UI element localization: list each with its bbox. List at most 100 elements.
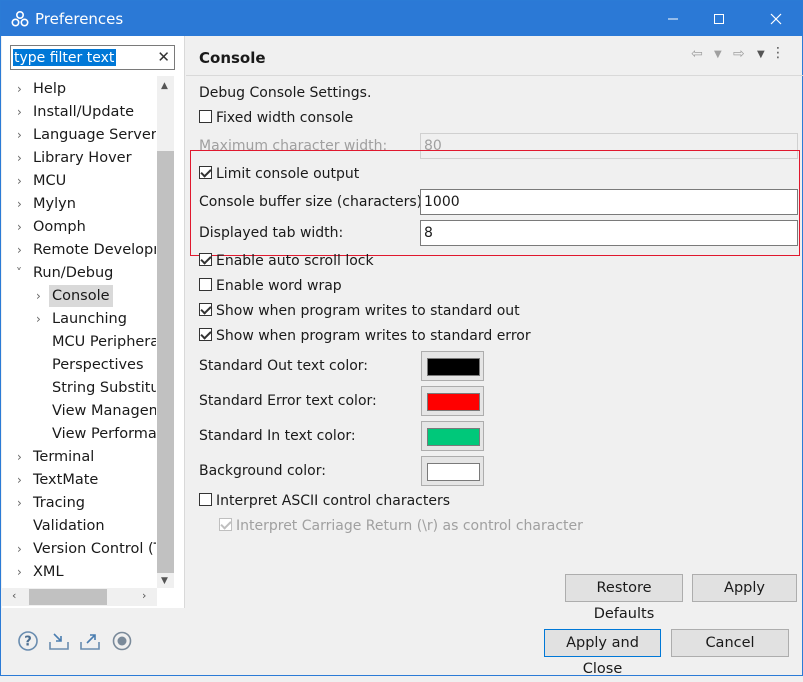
chevron-right-icon[interactable]: › [17,492,29,514]
tree-item-label: Validation [33,518,105,534]
apply-button[interactable]: Apply [692,574,797,602]
cancel-button[interactable]: Cancel [671,629,789,657]
tree-item-label: View Managem [52,403,156,419]
tab-width-label: Displayed tab width: [199,225,344,241]
maximize-button[interactable] [696,1,742,36]
tree-item-label: Remote Developm [33,242,156,258]
chevron-right-icon[interactable]: › [17,538,29,560]
tree-item-label: Terminal [33,449,95,465]
show-out-checkbox-row[interactable]: Show when program writes to standard out [199,303,520,319]
tree-vertical-scrollbar[interactable]: ▲ ▼ [157,76,174,588]
tree-item-label: Install/Update [33,104,135,120]
close-button[interactable] [753,1,799,36]
chevron-down-icon[interactable]: ˅ [16,262,28,284]
preference-tree-panel: ✕ ›Help ›Install/Update ›Language Server… [2,36,185,608]
chevron-right-icon[interactable]: › [17,124,29,146]
show-err-checkbox-row[interactable]: Show when program writes to standard err… [199,328,531,344]
limit-output-checkbox-row[interactable]: Limit console output [199,166,359,182]
scroll-right-icon[interactable]: › [142,589,146,602]
std-out-color-button[interactable] [421,351,484,381]
svg-text:?: ? [24,635,32,650]
tree-item-label: Perspectives [52,357,144,373]
std-err-color-swatch [427,393,480,411]
view-menu-icon[interactable]: ⋮ [771,45,785,61]
import-icon[interactable] [48,630,70,652]
fixed-width-checkbox[interactable] [199,110,212,123]
help-icon[interactable]: ? [17,630,39,652]
auto-scroll-checkbox[interactable] [199,253,212,266]
back-arrow-icon[interactable]: ⇦ [691,46,703,62]
word-wrap-label: Enable word wrap [216,278,342,294]
buffer-size-label: Console buffer size (characters): [199,194,427,210]
tree-item-label: Oomph [33,219,86,235]
std-in-color-button[interactable] [421,421,484,451]
interpret-cr-label: Interpret Carriage Return (\r) as contro… [236,518,583,534]
filter-input[interactable] [11,46,151,69]
auto-scroll-checkbox-row[interactable]: Enable auto scroll lock [199,253,374,269]
tree-item-label: XML [33,564,64,580]
bg-color-label: Background color: [199,463,326,479]
maximize-icon [714,13,724,24]
std-in-color-label: Standard In text color: [199,428,356,444]
word-wrap-checkbox-row[interactable]: Enable word wrap [199,278,342,294]
close-icon [770,13,782,24]
tree-item-label: TextMate [33,472,99,488]
clear-filter-icon[interactable]: ✕ [157,48,170,66]
chevron-right-icon[interactable]: › [17,147,29,169]
scroll-thumb[interactable] [157,151,174,573]
minimize-icon [668,18,678,19]
tree-horizontal-scrollbar[interactable]: ‹ › [2,588,157,606]
chevron-right-icon[interactable]: › [17,193,29,215]
fixed-width-label: Fixed width console [216,110,354,126]
record-icon[interactable] [111,630,133,652]
chevron-right-icon[interactable]: › [17,78,29,100]
chevron-right-icon[interactable]: › [17,170,29,192]
interpret-ascii-checkbox[interactable] [199,493,212,506]
chevron-right-icon[interactable]: › [36,285,48,307]
scroll-up-icon[interactable]: ▲ [161,81,168,91]
chevron-right-icon[interactable]: › [17,216,29,238]
interpret-cr-checkbox[interactable] [219,518,232,531]
back-menu-icon[interactable]: ▼ [714,49,722,60]
chevron-right-icon[interactable]: › [17,446,29,468]
tree-item-label: Version Control (Te [33,541,156,557]
title-bar: Preferences [1,1,802,36]
apply-and-close-button[interactable]: Apply and Close [544,629,661,677]
tree-item-label: MCU [33,173,67,189]
chevron-right-icon[interactable]: › [17,469,29,491]
fixed-width-checkbox-row[interactable]: Fixed width console [199,110,353,126]
auto-scroll-label: Enable auto scroll lock [216,253,374,269]
word-wrap-checkbox[interactable] [199,278,212,291]
interpret-ascii-checkbox-row[interactable]: Interpret ASCII control characters [199,493,450,509]
show-out-label: Show when program writes to standard out [216,303,520,319]
chevron-right-icon[interactable]: › [36,308,48,330]
forward-arrow-icon[interactable]: ⇨ [733,46,745,62]
restore-defaults-button[interactable]: Restore Defaults [565,574,683,622]
tree-item-label: View Performar [52,426,156,442]
filter-field[interactable]: ✕ [10,45,175,70]
interpret-cr-checkbox-row[interactable]: Interpret Carriage Return (\r) as contro… [219,518,583,534]
scroll-left-icon[interactable]: ‹ [12,589,16,602]
tree-item-label: MCU Periphera [52,334,156,350]
eclipse-app-icon [11,10,29,27]
tree-item-label: Mylyn [33,196,76,212]
window-title: Preferences [35,10,124,28]
minimize-button[interactable] [650,1,696,36]
bg-color-button[interactable] [421,456,484,486]
scroll-thumb[interactable] [29,589,107,605]
tree-item-label: Library Hover [33,150,132,166]
show-out-checkbox[interactable] [199,303,212,316]
chevron-right-icon[interactable]: › [17,239,29,261]
limit-output-checkbox[interactable] [199,166,212,179]
chevron-right-icon[interactable]: › [17,101,29,123]
forward-menu-icon[interactable]: ▼ [757,49,765,60]
export-icon[interactable] [79,630,101,652]
buffer-size-field[interactable]: 1000 [420,189,798,215]
chevron-right-icon[interactable]: › [17,561,29,583]
tab-width-field[interactable]: 8 [420,220,798,246]
scroll-down-icon[interactable]: ▼ [161,576,168,586]
std-err-color-button[interactable] [421,386,484,416]
std-out-color-label: Standard Out text color: [199,358,368,374]
preference-page: Console ⇦ ▼ ⇨ ▼ ⋮ Debug Console Settings… [186,36,803,622]
show-err-checkbox[interactable] [199,328,212,341]
